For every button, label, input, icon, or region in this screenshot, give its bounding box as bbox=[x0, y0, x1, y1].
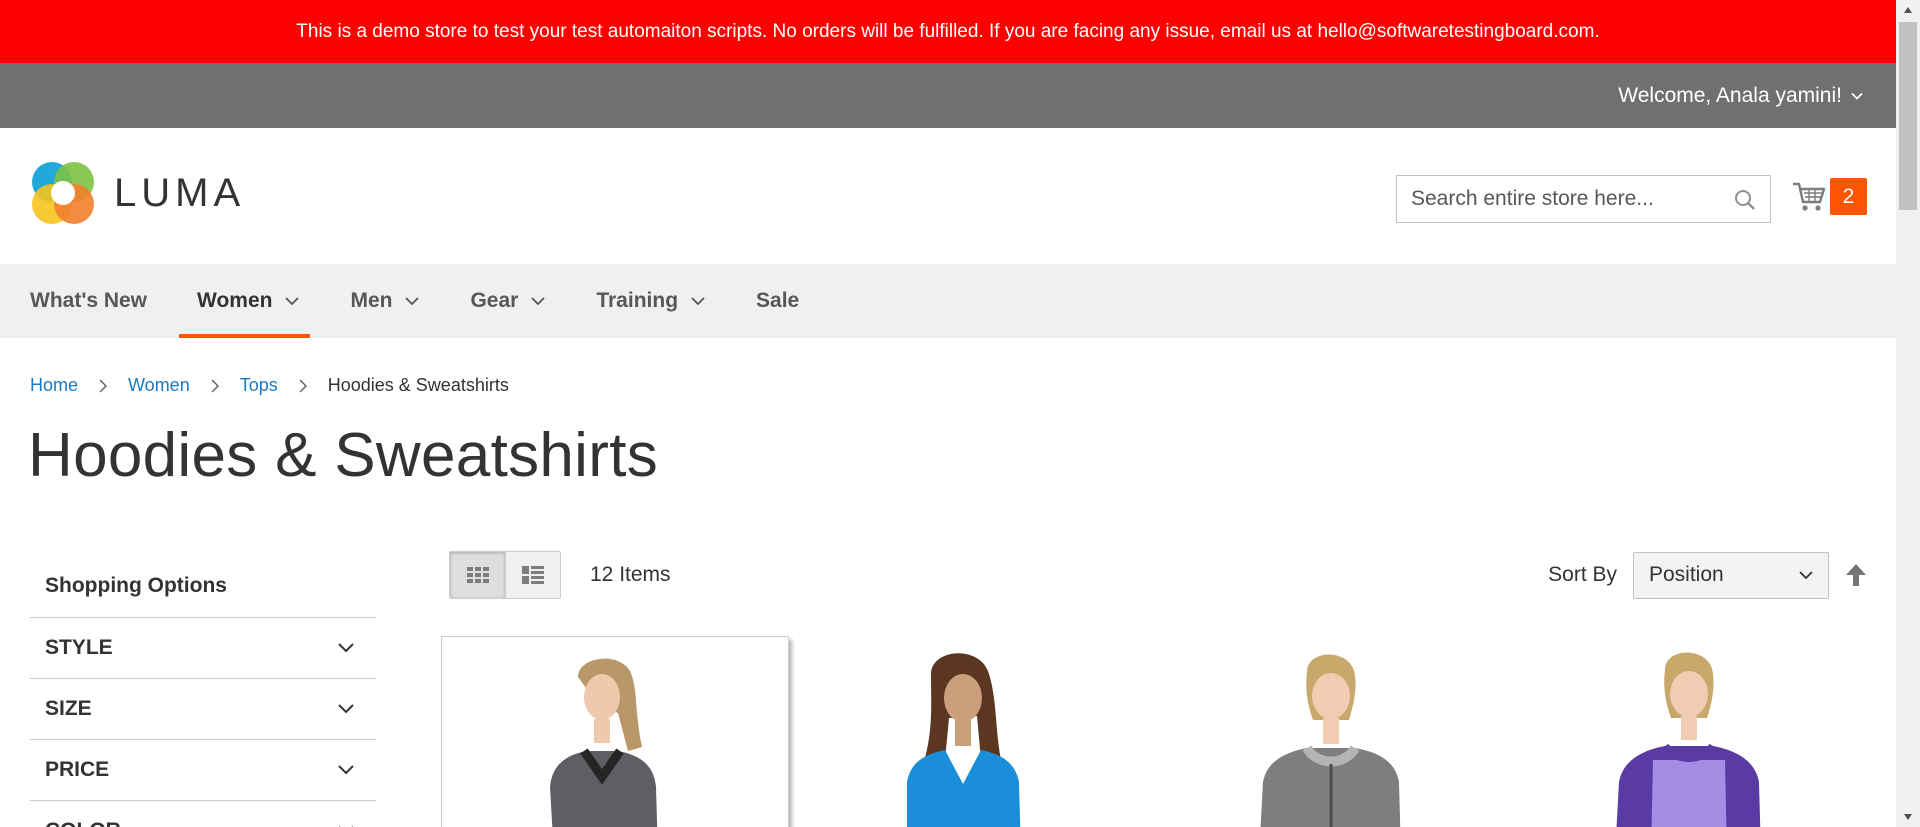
demo-notice-text: This is a demo store to test your test a… bbox=[296, 20, 1600, 42]
filter-style[interactable]: STYLE bbox=[30, 618, 376, 679]
grid-icon bbox=[466, 567, 489, 583]
chevron-right-icon bbox=[99, 378, 108, 393]
sort-by-label: Sort By bbox=[1548, 563, 1617, 586]
chevron-down-icon bbox=[691, 297, 705, 306]
view-mode-switcher bbox=[449, 551, 561, 599]
scroll-up-arrow-icon[interactable] bbox=[1896, 0, 1920, 20]
cart-count-badge: 2 bbox=[1830, 178, 1867, 215]
filter-label: PRICE bbox=[45, 758, 110, 781]
cart-icon bbox=[1793, 182, 1826, 211]
nav-item-label: Gear bbox=[470, 289, 519, 312]
product-grid bbox=[441, 636, 1871, 827]
chevron-down-icon bbox=[531, 297, 545, 306]
layered-navigation: Shopping Options STYLE SIZE PRICE COLOR bbox=[30, 555, 376, 827]
sort-by-value: Position bbox=[1649, 563, 1724, 586]
chevron-down-icon bbox=[338, 643, 354, 653]
chevron-down-icon bbox=[338, 765, 354, 775]
list-icon bbox=[522, 566, 544, 584]
nav-item-men[interactable]: Men bbox=[350, 264, 420, 338]
nav-item-label: Sale bbox=[756, 289, 800, 312]
filter-label: STYLE bbox=[45, 636, 113, 659]
logo-link[interactable]: LUMA bbox=[30, 160, 245, 226]
chevron-right-icon bbox=[299, 378, 307, 393]
customer-welcome-menu[interactable]: Welcome, Anala yamini! bbox=[1618, 63, 1864, 128]
nav-item-gear[interactable]: Gear bbox=[470, 264, 546, 338]
sorter: Sort By Position bbox=[1548, 551, 1869, 599]
filter-size[interactable]: SIZE bbox=[30, 679, 376, 740]
nav-item-label: Women bbox=[197, 289, 273, 312]
breadcrumb-women-link[interactable]: Women bbox=[128, 375, 190, 396]
page-scrollbar[interactable] bbox=[1896, 0, 1920, 827]
chevron-down-icon bbox=[405, 297, 420, 306]
nav-item-sale[interactable]: Sale bbox=[756, 264, 799, 338]
product-item[interactable] bbox=[441, 636, 789, 827]
nav-item-label: Training bbox=[596, 289, 679, 312]
logo-text: LUMA bbox=[114, 170, 246, 215]
chevron-down-icon bbox=[1799, 571, 1813, 580]
chevron-down-icon bbox=[285, 297, 300, 306]
filter-label: SIZE bbox=[45, 697, 92, 720]
luma-logo-icon bbox=[32, 162, 94, 224]
nav-item-label: What's New bbox=[30, 289, 148, 312]
breadcrumb-tops-link[interactable]: Tops bbox=[240, 375, 278, 396]
product-item[interactable] bbox=[799, 636, 1147, 827]
breadcrumb-current: Hoodies & Sweatshirts bbox=[327, 375, 509, 395]
chevron-down-icon bbox=[338, 704, 354, 714]
filter-label: COLOR bbox=[45, 819, 121, 827]
product-image bbox=[1157, 636, 1505, 827]
sort-direction-arrow-up-icon[interactable] bbox=[1843, 562, 1869, 588]
search-icon[interactable] bbox=[1734, 189, 1756, 211]
chevron-down-icon bbox=[339, 826, 353, 827]
scroll-down-arrow-icon[interactable] bbox=[1896, 807, 1920, 827]
demo-notice-bar: This is a demo store to test your test a… bbox=[0, 0, 1896, 63]
sort-by-select[interactable]: Position bbox=[1633, 551, 1829, 599]
breadcrumb: Home Women Tops Hoodies & Sweatshirts bbox=[30, 375, 509, 396]
chevron-down-icon bbox=[1851, 92, 1863, 100]
chevron-right-icon bbox=[211, 378, 219, 393]
products-toolbar: 12 Items Sort By Position bbox=[449, 551, 1869, 599]
grid-mode-button[interactable] bbox=[450, 552, 505, 598]
nav-item-label: Men bbox=[350, 289, 393, 312]
toolbar-amount: 12 Items bbox=[590, 563, 671, 586]
filter-color[interactable]: COLOR bbox=[30, 801, 376, 827]
scrollbar-thumb[interactable] bbox=[1899, 22, 1917, 210]
nav-item-women[interactable]: Women bbox=[178, 264, 311, 338]
welcome-text: Welcome, Anala yamini! bbox=[1618, 83, 1842, 107]
product-item[interactable] bbox=[1515, 636, 1863, 827]
nav-item-whats-new[interactable]: What's New bbox=[30, 264, 147, 338]
product-image bbox=[799, 636, 1147, 827]
filter-price[interactable]: PRICE bbox=[30, 740, 376, 801]
site-header: LUMA 2 bbox=[0, 128, 1896, 264]
page-title: Hoodies & Sweatshirts bbox=[28, 421, 659, 490]
product-item[interactable] bbox=[1157, 636, 1505, 827]
shopping-options-title: Shopping Options bbox=[30, 555, 376, 618]
breadcrumb-home-link[interactable]: Home bbox=[30, 375, 78, 396]
product-image bbox=[1515, 636, 1863, 827]
product-image bbox=[442, 637, 788, 827]
search-box bbox=[1396, 175, 1771, 223]
list-mode-button[interactable] bbox=[505, 552, 560, 598]
main-navigation: What's New Women Men Gear Training Sale bbox=[0, 264, 1896, 338]
minicart-button[interactable]: 2 bbox=[1792, 178, 1867, 215]
search-input[interactable] bbox=[1397, 176, 1770, 222]
panel-header: Welcome, Anala yamini! bbox=[0, 63, 1896, 128]
nav-item-training[interactable]: Training bbox=[596, 264, 706, 338]
